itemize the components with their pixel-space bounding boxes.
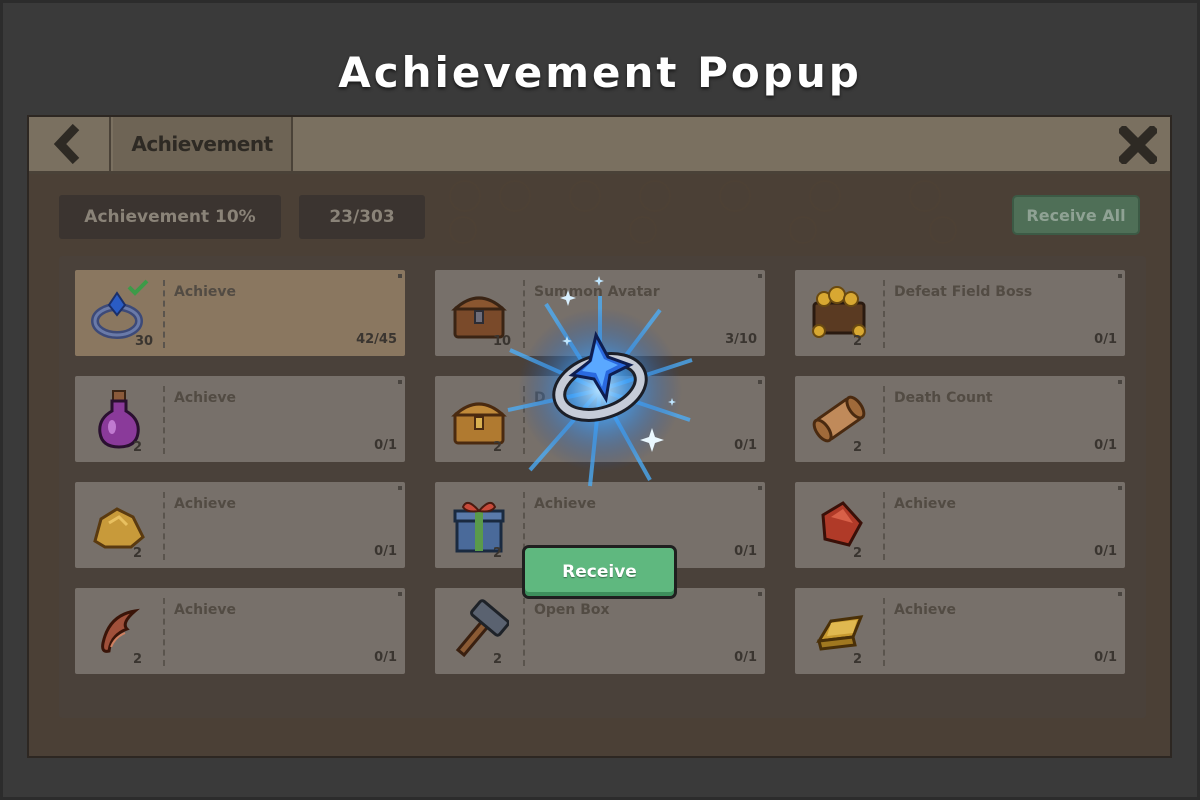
red-gem-icon: [801, 488, 877, 562]
divider: [523, 598, 525, 666]
card-corner: [398, 380, 402, 384]
gift-box-icon: [441, 488, 517, 562]
reward-count: 2: [853, 334, 863, 349]
page-title: Achievement Popup: [338, 48, 862, 97]
achievement-card[interactable]: 2 Achieve 0/1: [795, 588, 1125, 674]
tab-achievement[interactable]: Achievement: [113, 117, 293, 171]
close-icon: [1119, 126, 1157, 164]
card-corner: [758, 592, 762, 596]
reward-count: 2: [853, 546, 863, 561]
reward-count: 2: [853, 652, 863, 667]
achievement-card[interactable]: 2 Open Box 0/1: [435, 588, 765, 674]
reward-count: 2: [133, 546, 143, 561]
claw-icon: [81, 594, 157, 668]
achievement-progress: 0/1: [1094, 332, 1117, 347]
reward-count: 30: [135, 334, 154, 349]
divider: [883, 598, 885, 666]
top-bar: Achievement: [29, 117, 1170, 174]
divider: [883, 492, 885, 560]
decorative-pattern: [639, 180, 671, 212]
achievement-name: Achieve: [174, 390, 237, 406]
achievement-card[interactable]: 2 Achieve 0/1: [795, 482, 1125, 568]
achievement-name: Open Box: [534, 602, 610, 618]
gold-ore-icon: [81, 488, 157, 562]
achievement-card[interactable]: 30 Achieve 42/45: [75, 270, 405, 356]
card-corner: [758, 486, 762, 490]
card-corner: [1118, 380, 1122, 384]
decorative-pattern: [719, 180, 751, 212]
gold-pile-icon: [801, 276, 877, 350]
gold-bar-icon: [801, 594, 877, 668]
reward-count: 2: [133, 652, 143, 667]
sparkle-icon: [594, 276, 604, 286]
scroll-icon: [801, 382, 877, 456]
achievement-card[interactable]: 2 Defeat Field Boss 0/1: [795, 270, 1125, 356]
achievement-progress: 0/1: [1094, 438, 1117, 453]
potion-icon: [81, 382, 157, 456]
card-corner: [758, 274, 762, 278]
card-corner: [398, 486, 402, 490]
achievement-name: Achieve: [174, 496, 237, 512]
achievement-name: Achieve: [174, 284, 237, 300]
achievement-name: Achieve: [174, 602, 237, 618]
card-corner: [398, 592, 402, 596]
achievement-card[interactable]: 2 Achieve 0/1: [75, 588, 405, 674]
reward-count: 2: [133, 440, 143, 455]
achievement-progress: 0/1: [374, 438, 397, 453]
achievement-progress: 3/10: [725, 332, 757, 347]
achievement-name: Achieve: [894, 496, 957, 512]
decorative-pattern: [789, 216, 817, 244]
divider: [883, 280, 885, 348]
achievement-progress: 0/1: [374, 544, 397, 559]
decorative-pattern: [809, 180, 841, 212]
achievement-card[interactable]: 2 Achieve 0/1: [75, 482, 405, 568]
divider: [163, 492, 165, 560]
achievement-progress: 0/1: [1094, 544, 1117, 559]
decorative-pattern: [629, 216, 657, 244]
decorative-pattern: [449, 180, 481, 212]
achievement-progress: 0/1: [374, 650, 397, 665]
decorative-pattern: [449, 216, 477, 244]
achievement-progress: 0/1: [1094, 650, 1117, 665]
achievement-progress: 0/1: [734, 544, 757, 559]
achievement-percent-label: Achievement 10%: [59, 195, 281, 239]
divider: [163, 386, 165, 454]
card-corner: [1118, 486, 1122, 490]
card-corner: [398, 274, 402, 278]
sparkle-icon: [640, 428, 664, 452]
achievement-card[interactable]: 2 Achieve 0/1: [75, 376, 405, 462]
chevron-left-icon: [53, 124, 80, 164]
close-button[interactable]: [1118, 125, 1158, 165]
achievement-name: Death Count: [894, 390, 993, 406]
divider: [163, 598, 165, 666]
decorative-pattern: [929, 216, 957, 244]
divider: [163, 280, 165, 348]
achievement-progress: 42/45: [356, 332, 397, 347]
achievement-progress: 0/1: [734, 438, 757, 453]
decorative-pattern: [499, 180, 531, 212]
checkmark-icon: [127, 279, 149, 296]
reward-count: 2: [853, 440, 863, 455]
achievement-name: Achieve: [534, 496, 597, 512]
decorative-pattern: [909, 180, 941, 212]
achievement-progress: 0/1: [734, 650, 757, 665]
card-corner: [1118, 592, 1122, 596]
achievement-name: Defeat Field Boss: [894, 284, 1033, 300]
sparkle-icon: [560, 290, 576, 306]
divider: [883, 386, 885, 454]
card-corner: [758, 380, 762, 384]
decorative-pattern: [569, 180, 601, 212]
receive-button[interactable]: Receive: [522, 545, 677, 599]
reward-count: 2: [493, 546, 503, 561]
achievement-count-label: 23/303: [299, 195, 425, 239]
sparkle-icon: [668, 398, 676, 406]
achievement-name: Achieve: [894, 602, 957, 618]
card-corner: [1118, 274, 1122, 278]
sparkle-icon: [562, 336, 572, 346]
hammer-icon: [441, 594, 517, 668]
achievement-card[interactable]: 2 Death Count 0/1: [795, 376, 1125, 462]
reward-count: 2: [493, 652, 503, 667]
receive-all-button[interactable]: Receive All: [1012, 195, 1140, 235]
back-button[interactable]: [29, 117, 111, 171]
